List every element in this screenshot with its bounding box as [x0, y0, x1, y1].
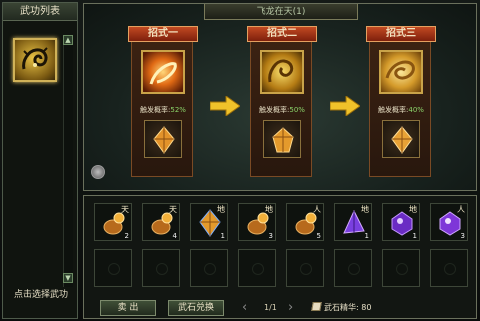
page-indicator: 1/1: [264, 303, 277, 312]
fire-swirl-icon: [141, 50, 185, 94]
skill-list-panel: 武功列表 ▲ ▼ 点击选择武功: [2, 2, 78, 319]
empty-slot-mark: [444, 263, 456, 275]
inventory-slot[interactable]: 地 3: [238, 203, 276, 241]
eye-icon[interactable]: [91, 165, 105, 179]
trigger-rate: 触发概率:40%: [378, 106, 424, 114]
inventory-slot-empty[interactable]: [334, 249, 372, 287]
golden-dragon-icon: [260, 50, 304, 94]
item-tag: 天: [169, 205, 177, 214]
empty-slot-mark: [252, 263, 264, 275]
empty-slot-mark: [204, 263, 216, 275]
item-tag: 地: [217, 205, 225, 214]
skill-list-title: 武功列表: [3, 3, 77, 21]
inventory-slot-empty[interactable]: [430, 249, 468, 287]
scroll-up-button[interactable]: ▲: [63, 35, 73, 45]
orange-crystal-icon[interactable]: [263, 120, 301, 158]
golden-dragon-swirl-icon: [379, 50, 423, 94]
empty-slot-mark: [156, 263, 168, 275]
item-quantity: 3: [268, 232, 273, 240]
inventory-slot[interactable]: 人 5: [286, 203, 324, 241]
orange-crystal-icon[interactable]: [382, 120, 420, 158]
martial-arts-window: 武功列表 ▲ ▼ 点击选择武功 飞龙在天(1) 招式一 触发概率:52% 招式二…: [0, 0, 480, 321]
arrow-right-icon: [330, 96, 360, 116]
item-quantity: 2: [124, 232, 129, 240]
move-card-1[interactable]: 招式一 触发概率:52%: [128, 26, 198, 177]
trigger-rate: 触发概率:50%: [259, 106, 305, 114]
item-quantity: 1: [220, 232, 225, 240]
golden-dragon-icon[interactable]: [13, 38, 57, 82]
stone-exchange-button[interactable]: 武石兑换: [168, 300, 224, 316]
empty-slot-mark: [108, 263, 120, 275]
sell-button[interactable]: 卖 出: [100, 300, 156, 316]
stone-essence: 武石精华: 80: [311, 302, 372, 313]
item-tag: 人: [457, 205, 465, 214]
martial-stone-inventory: 天 2 天 4 地 1 地 3 人 5 地 1 地 1 人 3 卖 出 武石兑换…: [83, 195, 477, 319]
inventory-slot-empty[interactable]: [238, 249, 276, 287]
trigger-rate: 触发概率:52%: [140, 106, 186, 114]
move-label: 招式三: [366, 26, 436, 42]
select-skill-hint: 点击选择武功: [13, 290, 68, 300]
empty-slot-mark: [300, 263, 312, 275]
inventory-slot-empty[interactable]: [382, 249, 420, 287]
item-tag: 天: [121, 205, 129, 214]
empty-slot-mark: [396, 263, 408, 275]
skill-detail-panel: 飞龙在天(1) 招式一 触发概率:52% 招式二 触发概率:50% 招式三 触发…: [83, 3, 477, 191]
inventory-slot[interactable]: 天 2: [94, 203, 132, 241]
inventory-slot[interactable]: 地 1: [382, 203, 420, 241]
item-quantity: 1: [364, 232, 369, 240]
inventory-slot-empty[interactable]: [190, 249, 228, 287]
item-tag: 地: [361, 205, 369, 214]
move-card-2[interactable]: 招式二 触发概率:50%: [247, 26, 317, 177]
skill-name-title: 飞龙在天(1): [204, 4, 358, 20]
item-tag: 人: [313, 205, 321, 214]
move-label: 招式二: [247, 26, 317, 42]
prev-page-icon[interactable]: ‹: [242, 300, 247, 316]
item-quantity: 3: [460, 232, 465, 240]
arrow-right-icon: [210, 96, 240, 116]
inventory-slot[interactable]: 人 3: [430, 203, 468, 241]
inventory-slot-empty[interactable]: [142, 249, 180, 287]
inventory-slot[interactable]: 天 4: [142, 203, 180, 241]
orange-crystal-icon[interactable]: [144, 120, 182, 158]
item-quantity: 5: [316, 232, 321, 240]
empty-slot-mark: [348, 263, 360, 275]
item-quantity: 1: [412, 232, 417, 240]
item-tag: 地: [409, 205, 417, 214]
scroll-down-button[interactable]: ▼: [63, 273, 73, 283]
inventory-slot[interactable]: 地 1: [190, 203, 228, 241]
stone-essence-value: 武石精华: 80: [324, 303, 372, 312]
inventory-slot-empty[interactable]: [94, 249, 132, 287]
item-tag: 地: [265, 205, 273, 214]
inventory-slot[interactable]: 地 1: [334, 203, 372, 241]
inventory-slot-empty[interactable]: [286, 249, 324, 287]
scroll-icon: [311, 302, 322, 311]
move-card-3[interactable]: 招式三 触发概率:40%: [366, 26, 436, 177]
move-label: 招式一: [128, 26, 198, 42]
next-page-icon[interactable]: ›: [288, 300, 293, 316]
item-quantity: 4: [172, 232, 177, 240]
skill-list-scrollbar[interactable]: [63, 35, 73, 287]
